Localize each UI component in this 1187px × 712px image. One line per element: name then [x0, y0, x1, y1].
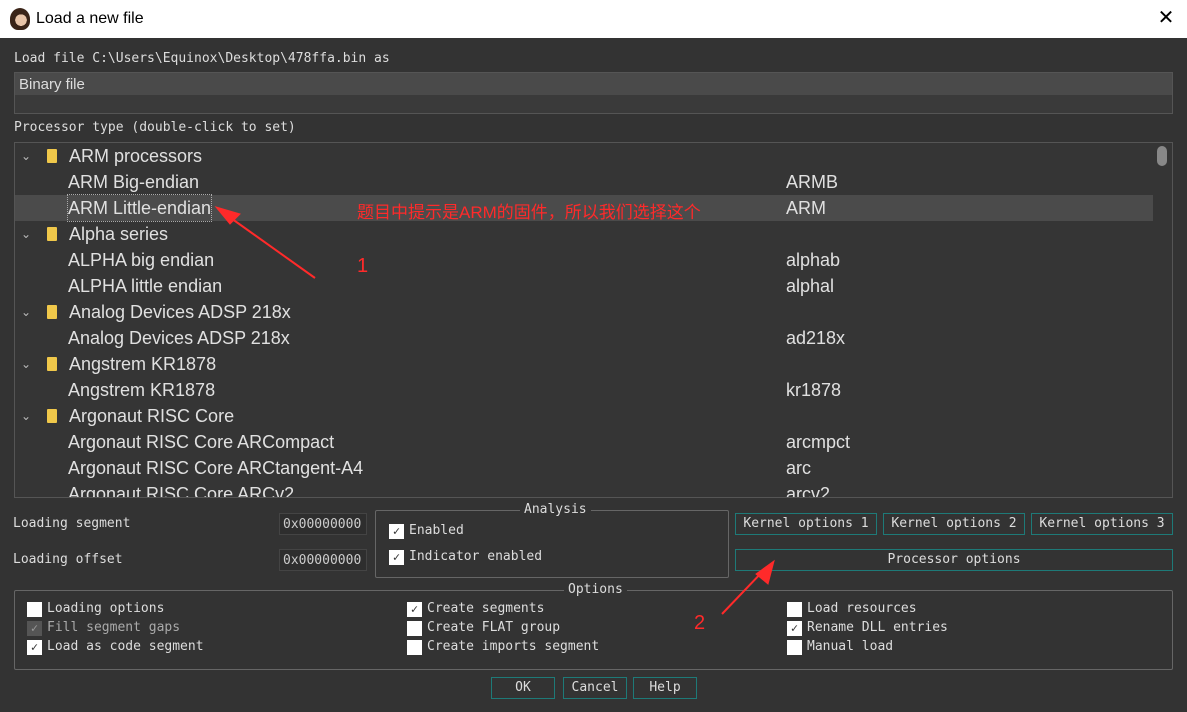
arrow-2 — [721, 559, 775, 615]
arrow-1 — [214, 206, 316, 279]
annotation-arrows — [214, 206, 775, 615]
